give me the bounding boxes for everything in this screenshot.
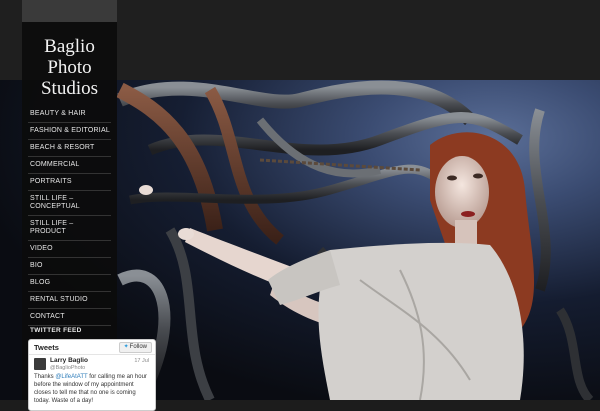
- nav-item-video[interactable]: Video: [28, 241, 111, 258]
- twitter-widget: Tweets ✦Follow Larry Baglio @BaglioPhoto…: [28, 339, 156, 411]
- tweet-text-prefix: Thanks: [34, 374, 56, 380]
- nav-item-still-life-conceptual[interactable]: Still Life – Conceptual: [28, 191, 111, 216]
- logo-line: Studios: [40, 78, 99, 99]
- nav-item-portraits[interactable]: Portraits: [28, 174, 111, 191]
- nav-item-blog[interactable]: Blog: [28, 275, 111, 292]
- twitter-widget-header: Tweets ✦Follow: [29, 340, 155, 355]
- tweet-author-name[interactable]: Larry Baglio: [50, 357, 88, 364]
- tweets-title: Tweets: [34, 343, 59, 352]
- logo-line: Photo: [47, 57, 92, 78]
- tweet-text: Thanks @LifeAtATT for calling me an hour…: [34, 373, 150, 405]
- twitter-bird-icon: ✦: [123, 344, 129, 350]
- site-logo[interactable]: Baglio Photo Studios: [22, 36, 117, 99]
- nav-item-still-life-product[interactable]: Still Life – Product: [28, 216, 111, 241]
- tweet-mention-link[interactable]: @LifeAtATT: [55, 374, 87, 380]
- follow-button[interactable]: ✦Follow: [118, 342, 152, 353]
- tweet-author-handle[interactable]: @BaglioPhoto: [50, 365, 85, 371]
- nav-item-commercial[interactable]: Commercial: [28, 157, 111, 174]
- nav-item-bio[interactable]: Bio: [28, 258, 111, 275]
- avatar[interactable]: [34, 358, 46, 370]
- follow-label: Follow: [129, 344, 147, 350]
- nav-item-beach-resort[interactable]: Beach & Resort: [28, 140, 111, 157]
- nav-item-beauty-hair[interactable]: Beauty & Hair: [28, 106, 111, 123]
- logo-line: Baglio: [44, 36, 95, 57]
- tweet-timestamp[interactable]: 17 Jul: [134, 358, 149, 364]
- nav-item-contact[interactable]: Contact: [28, 309, 111, 326]
- twitter-feed-heading: TWITTER FEED: [30, 327, 82, 334]
- nav-item-rental-studio[interactable]: Rental Studio: [28, 292, 111, 309]
- nav-item-fashion-editorial[interactable]: Fashion & Editorial: [28, 123, 111, 140]
- sidebar-top-strip: [22, 0, 117, 22]
- main-nav: Beauty & Hair Fashion & Editorial Beach …: [28, 106, 111, 326]
